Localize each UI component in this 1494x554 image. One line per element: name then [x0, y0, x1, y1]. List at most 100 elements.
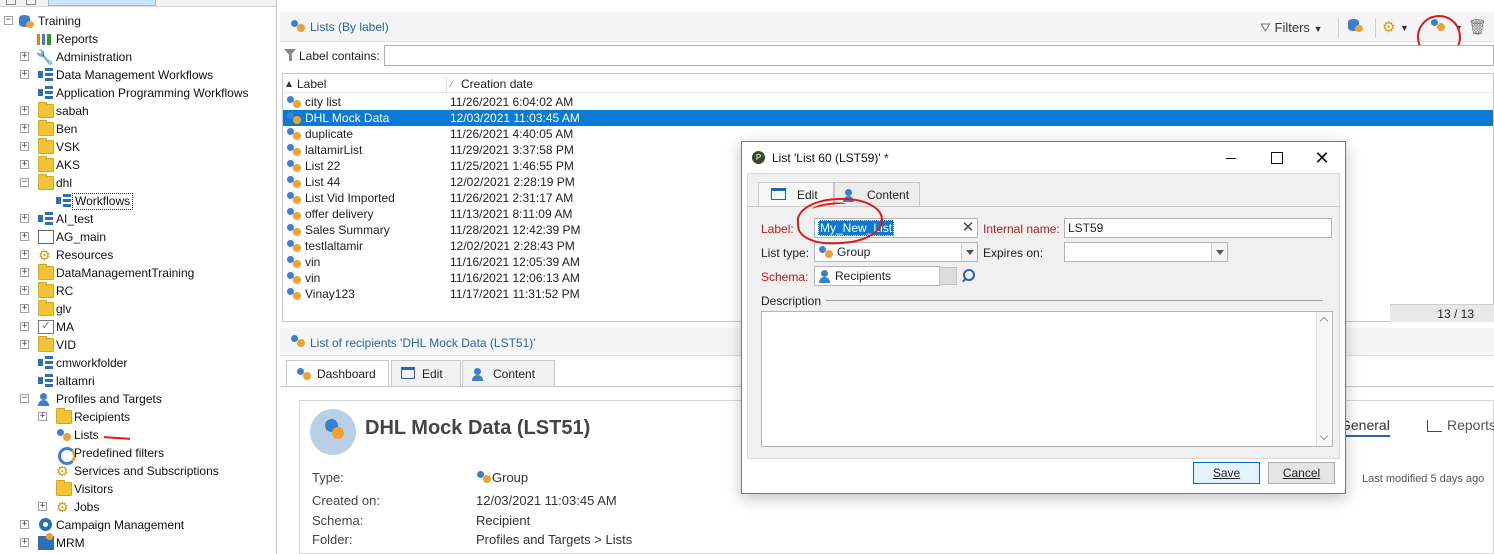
expand-icon[interactable]: +: [38, 412, 47, 421]
tab-edit[interactable]: Edit: [391, 360, 461, 386]
clear-icon[interactable]: ✕: [961, 220, 975, 236]
expires-on-select[interactable]: [1064, 242, 1228, 262]
schema-picker-button[interactable]: [939, 267, 957, 285]
expand-icon[interactable]: +: [20, 160, 29, 169]
collapse-icon[interactable]: −: [20, 394, 29, 403]
dialog-titlebar[interactable]: P List 'List 60 (LST59)' * ✕: [742, 142, 1345, 173]
expand-icon[interactable]: +: [20, 340, 29, 349]
database-refresh-icon[interactable]: [1347, 18, 1365, 38]
schema-label: Schema:: [761, 270, 809, 284]
expand-icon[interactable]: +: [20, 70, 29, 79]
gear-icon: ⚙: [38, 247, 51, 263]
expand-icon[interactable]: +: [20, 304, 29, 313]
expand-icon[interactable]: +: [20, 268, 29, 277]
column-header-creation-date[interactable]: ⁄ Creation date: [450, 77, 650, 91]
row-creation-date: 11/28/2021 12:42:39 PM: [450, 223, 581, 237]
expand-icon[interactable]: +: [20, 232, 29, 241]
description-textarea[interactable]: [761, 311, 1333, 447]
wrench-icon: 🔧: [36, 49, 54, 65]
list-icon: [286, 175, 302, 189]
chevron-down-icon[interactable]: [961, 243, 977, 261]
column-header-label[interactable]: Label: [285, 77, 447, 93]
row-creation-date: 11/16/2021 12:06:13 AM: [450, 271, 580, 285]
list-icon: [476, 470, 492, 484]
collapse-icon[interactable]: −: [4, 16, 13, 25]
chevron-down-icon[interactable]: [1211, 243, 1227, 261]
list-avatar-icon: [310, 409, 356, 455]
row-label: testlaltamir: [305, 239, 364, 253]
database-icon: [18, 14, 34, 28]
tab-content[interactable]: Content: [462, 360, 555, 386]
filters-button[interactable]: ⛛ Filters ▼: [1260, 18, 1322, 38]
funnel-icon: [284, 49, 296, 61]
search-icon[interactable]: [959, 267, 977, 285]
schema-field[interactable]: Recipients: [814, 266, 940, 286]
cancel-button[interactable]: Cancel: [1268, 462, 1335, 484]
table-row[interactable]: DHL Mock Data 12/03/2021 11:03:45 AM: [283, 110, 1493, 126]
expand-icon[interactable]: +: [20, 142, 29, 151]
tab-dashboard[interactable]: Dashboard: [286, 360, 389, 387]
row-label: laltamirList: [305, 143, 363, 157]
expand-icon[interactable]: +: [20, 124, 29, 133]
row-creation-date: 11/17/2021 11:31:52 PM: [450, 287, 580, 301]
folder-icon: [38, 138, 54, 154]
label-contains-input[interactable]: [384, 45, 1494, 66]
close-button[interactable]: ✕: [1311, 148, 1333, 168]
expand-icon[interactable]: +: [20, 250, 29, 259]
filter-label: Label contains:: [299, 49, 380, 63]
chevron-down-icon[interactable]: ▼: [1400, 18, 1409, 38]
list-icon: [286, 191, 302, 205]
row-label: Sales Summary: [305, 223, 390, 237]
gear-add-icon[interactable]: ⚙: [1382, 18, 1395, 38]
expand-icon[interactable]: +: [38, 502, 47, 511]
expand-icon[interactable]: +: [20, 322, 29, 331]
minimize-button[interactable]: [1220, 148, 1242, 168]
prop-folder-value: Profiles and Targets > Lists: [476, 532, 633, 547]
expand-icon[interactable]: +: [20, 214, 29, 223]
tab-general[interactable]: General: [1340, 417, 1390, 437]
table-row[interactable]: city list 11/26/2021 6:04:02 AM: [283, 94, 1493, 110]
toolbar-icon[interactable]: [6, 0, 16, 5]
workflow-icon: [38, 68, 54, 82]
chevron-down-icon: ▼: [1313, 24, 1323, 34]
window-icon: [401, 367, 415, 379]
reports-icon: [36, 32, 52, 46]
funnel-icon: ⛛: [1260, 20, 1271, 35]
person-icon: [38, 392, 54, 406]
toolbar-icon[interactable]: [26, 0, 36, 5]
row-creation-date: 11/13/2021 8:11:09 AM: [450, 207, 573, 221]
sort-neutral-icon: ⁄: [451, 79, 453, 89]
workflow-icon: [38, 356, 54, 370]
scrollbar[interactable]: [1316, 312, 1332, 446]
prop-created-label: Created on:: [312, 493, 380, 508]
campaign-icon: [38, 518, 54, 532]
prop-type-label: Type:: [312, 470, 344, 485]
expand-icon[interactable]: +: [20, 106, 29, 115]
table-row[interactable]: duplicate 11/26/2021 4:40:05 AM: [283, 126, 1493, 142]
row-creation-date: 12/03/2021 11:03:45 AM: [450, 111, 580, 125]
prop-created-value: 12/03/2021 11:03:45 AM: [476, 493, 617, 508]
folder-icon: [56, 480, 72, 496]
list-icon: [286, 207, 302, 221]
dialog-title: List 'List 60 (LST59)' *: [772, 151, 889, 165]
expand-icon[interactable]: +: [20, 520, 29, 529]
save-button[interactable]: Save: [1193, 462, 1260, 484]
toolbar-separator: [1338, 18, 1339, 38]
folder-icon: [38, 174, 54, 190]
maximize-button[interactable]: [1265, 148, 1287, 168]
lists-panel-title: Lists (By label): [310, 20, 389, 34]
expand-icon[interactable]: +: [20, 538, 29, 547]
internal-name-field[interactable]: LST59: [1064, 218, 1332, 238]
expand-icon[interactable]: +: [20, 286, 29, 295]
list-icon: [286, 143, 302, 157]
trash-icon[interactable]: 🗑: [1468, 18, 1487, 38]
expand-icon[interactable]: +: [20, 52, 29, 61]
collapse-icon[interactable]: −: [20, 178, 29, 187]
tab-reports[interactable]: Reports: [1425, 417, 1494, 433]
list-icon: [286, 159, 302, 173]
list-edit-dialog: P List 'List 60 (LST59)' * ✕ Edit Conten…: [741, 141, 1346, 494]
row-label: vin: [305, 255, 321, 269]
list-type-select[interactable]: Group: [814, 242, 978, 262]
table-header: Label ⁄ Creation date: [283, 74, 1493, 93]
tree-tab-highlight[interactable]: [48, 0, 156, 6]
